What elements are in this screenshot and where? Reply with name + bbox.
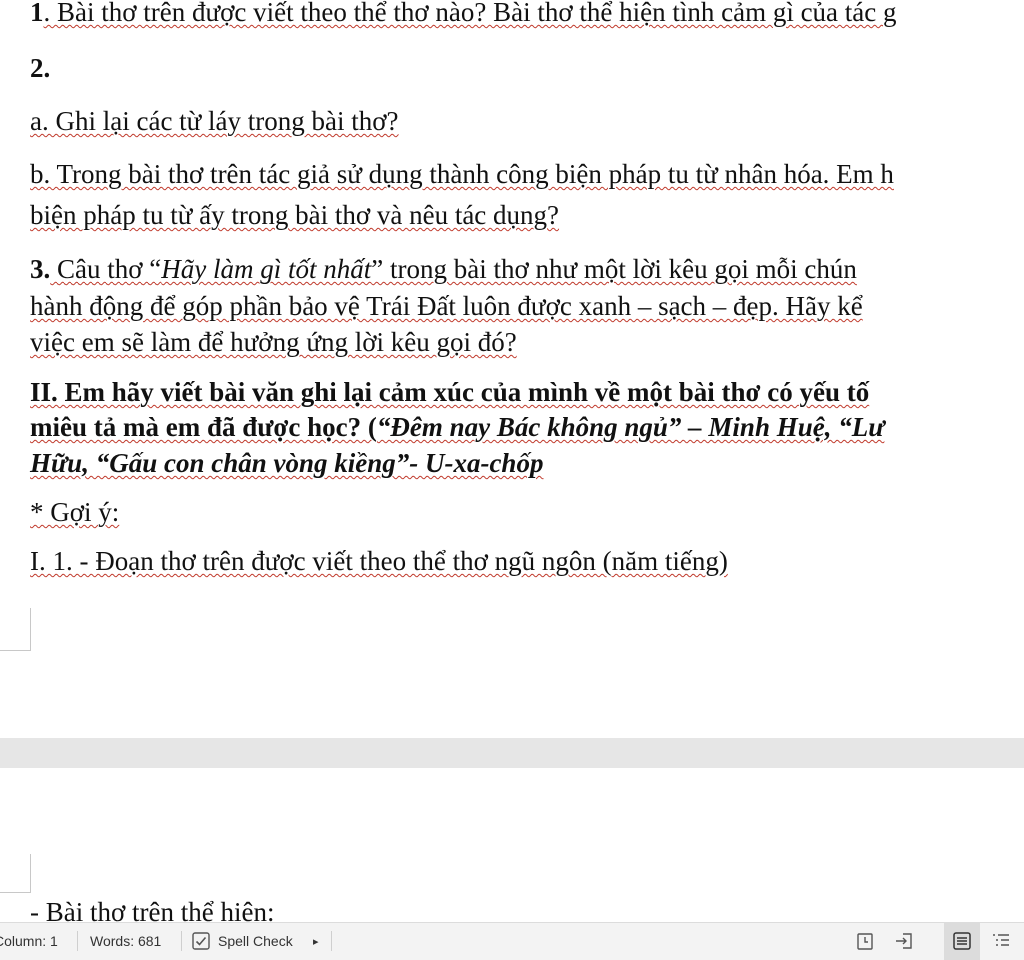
question-3-line-2: hành động để góp phần bảo vệ Trái Đất lu… bbox=[30, 291, 863, 321]
document-page-1[interactable]: 1. Bài thơ trên được viết theo thể thơ n… bbox=[0, 0, 1024, 738]
question-3-pre: Câu thơ “ bbox=[50, 254, 162, 284]
question-2-heading: 2. bbox=[30, 53, 51, 83]
question-2b-line-1: b. Trong bài thơ trên tác giả sử dụng th… bbox=[30, 159, 894, 189]
part-2-line-1: II. Em hãy viết bài văn ghi lại cảm xúc … bbox=[30, 377, 870, 407]
question-3-quote: Hãy làm gì tốt nhất bbox=[161, 254, 372, 284]
spell-check-icon[interactable] bbox=[191, 931, 211, 951]
answer-1: I. 1. - Đoạn thơ trên được viết theo thể… bbox=[30, 546, 728, 576]
page-2-line-1: - Bài thơ trên thể hiện: bbox=[30, 896, 274, 922]
question-1: 1. Bài thơ trên được viết theo thể thơ n… bbox=[30, 0, 897, 28]
read-mode-icon[interactable] bbox=[855, 931, 875, 951]
status-bar: Column: 1 Words: 681 Spell Check ▸ bbox=[0, 922, 1024, 960]
spell-check-arrow[interactable]: ▸ bbox=[313, 935, 319, 948]
part-2-line-2-bold: miêu tả mà em đã được học? ( bbox=[30, 412, 377, 442]
column-indicator[interactable]: Column: 1 bbox=[0, 933, 58, 949]
outline-view-icon[interactable] bbox=[991, 931, 1011, 951]
part-2-line-3: Hữu, “Gấu con chân vòng kiềng”- U-xa-chố… bbox=[30, 448, 544, 478]
question-2b-line-2: biện pháp tu từ ấy trong bài thơ và nêu … bbox=[30, 200, 560, 230]
web-layout-icon[interactable] bbox=[894, 931, 914, 951]
part-2-line-2-italic: “Đêm nay Bác không ngủ” – Minh Huệ, “Lư bbox=[376, 412, 885, 442]
question-1-text: . Bài thơ trên được viết theo thể thơ nà… bbox=[43, 0, 897, 27]
spell-check-button[interactable]: Spell Check bbox=[218, 933, 293, 949]
question-2a: a. Ghi lại các từ láy trong bài thơ? bbox=[30, 106, 399, 136]
margin-corner-mark bbox=[0, 854, 31, 893]
page-view-icon[interactable] bbox=[952, 931, 972, 951]
page-separator bbox=[0, 738, 1024, 768]
question-3-number: 3. bbox=[30, 254, 51, 284]
page-2-line-1-text: - Bài thơ trên thể hiện: bbox=[30, 897, 275, 922]
document-page-2[interactable]: - Bài thơ trên thể hiện: bbox=[0, 768, 1024, 922]
question-3-line-1: 3. Câu thơ “Hãy làm gì tốt nhất” trong b… bbox=[30, 253, 857, 285]
word-count[interactable]: Words: 681 bbox=[90, 933, 161, 949]
question-3-post: ” trong bài thơ như một lời kêu gọi mỗi … bbox=[371, 254, 857, 284]
hint-label: * Gợi ý: bbox=[30, 497, 120, 527]
margin-corner-mark bbox=[0, 608, 31, 651]
status-separator bbox=[181, 931, 182, 951]
status-separator bbox=[77, 931, 78, 951]
question-1-number: 1 bbox=[30, 0, 44, 27]
part-2-line-2: miêu tả mà em đã được học? (“Đêm nay Bác… bbox=[30, 411, 884, 443]
question-3-line-3: việc em sẽ làm để hưởng ứng lời kêu gọi … bbox=[30, 327, 517, 357]
status-separator bbox=[331, 931, 332, 951]
